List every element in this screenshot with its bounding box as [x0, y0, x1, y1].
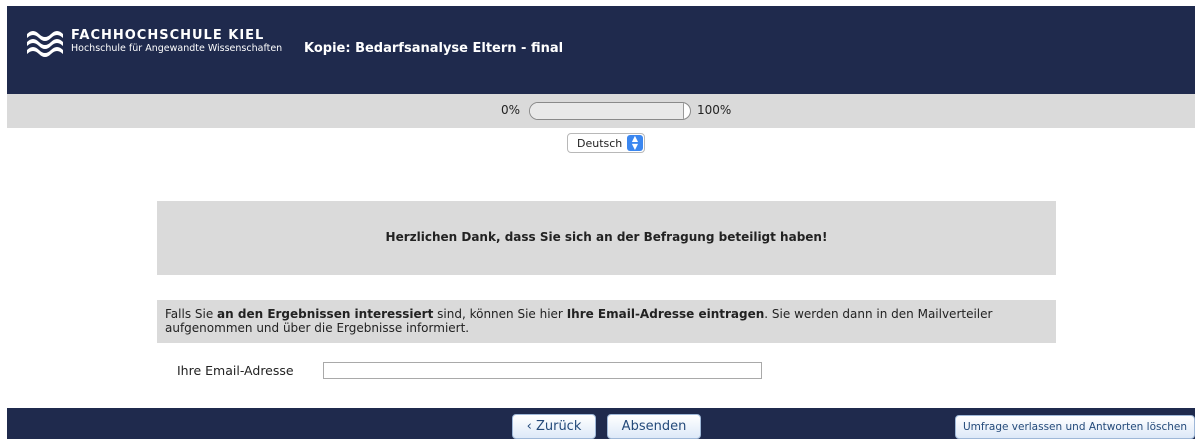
progress-bar: [529, 102, 691, 120]
university-logo-icon: [27, 31, 63, 57]
email-info-text: Falls Sie an den Ergebnissen interessier…: [165, 307, 1045, 335]
submit-button[interactable]: Absenden: [607, 414, 701, 439]
email-label: Ihre Email-Adresse: [177, 363, 294, 378]
footer-bar: ‹ Zurück Absenden Umfrage verlassen und …: [7, 408, 1195, 439]
org-subtitle: Hochschule für Angewandte Wissenschaften: [71, 43, 283, 54]
language-selected-value: Deutsch: [577, 137, 623, 150]
email-info-panel: Falls Sie an den Ergebnissen interessier…: [157, 300, 1056, 343]
org-name: FACHHOCHSCHULE KIEL: [71, 28, 265, 43]
progress-section: 0% 100%: [7, 94, 1195, 128]
progress-end-label: 100%: [697, 103, 732, 117]
quit-survey-button[interactable]: Umfrage verlassen und Antworten löschen: [955, 415, 1195, 439]
thank-you-panel: Herzlichen Dank, dass Sie sich an der Be…: [157, 201, 1056, 275]
thank-you-message: Herzlichen Dank, dass Sie sich an der Be…: [385, 230, 828, 244]
info-text-part: sind, können Sie hier: [433, 307, 567, 321]
site-header: FACHHOCHSCHULE KIEL Hochschule für Angew…: [7, 6, 1195, 94]
email-input[interactable]: [323, 362, 762, 379]
info-text-bold: an den Ergebnissen interessiert: [217, 307, 434, 321]
progress-bar-fill: [530, 103, 684, 119]
up-down-arrows-icon: ▲ ▼: [627, 135, 643, 151]
progress-start-label: 0%: [501, 103, 521, 117]
survey-title: Kopie: Bedarfsanalyse Eltern - final: [304, 41, 564, 56]
language-select[interactable]: Deutsch ▲ ▼: [567, 133, 645, 153]
back-button[interactable]: ‹ Zurück: [512, 414, 596, 439]
info-text-part: Falls Sie: [165, 307, 218, 321]
info-text-bold: Ihre Email-Adresse eintragen: [566, 307, 765, 321]
